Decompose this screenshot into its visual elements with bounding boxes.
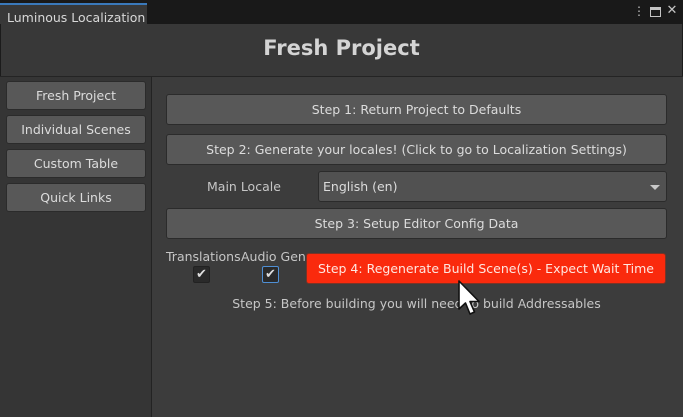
step5-text: Step 5: Before building you will need to…	[232, 296, 601, 311]
checkmark-icon: ✔	[265, 267, 276, 282]
main-panel	[152, 76, 683, 417]
close-icon[interactable]: ✕	[666, 4, 678, 18]
kebab-menu-icon[interactable]: ⋮	[633, 4, 645, 18]
main-locale-label: Main Locale	[207, 179, 281, 194]
sidebar-item-custom-table[interactable]: Custom Table	[6, 149, 146, 178]
step3-button[interactable]: Step 3: Setup Editor Config Data	[166, 208, 667, 239]
main-locale-value: English (en)	[323, 179, 398, 194]
translations-checkbox[interactable]: ✔	[193, 266, 210, 283]
translations-label: Translations	[166, 249, 241, 264]
checkmark-icon: ✔	[196, 267, 207, 282]
chevron-down-icon	[650, 185, 660, 190]
sidebar-item-quick-links[interactable]: Quick Links	[6, 183, 146, 212]
sidebar-item-fresh-project[interactable]: Fresh Project	[6, 81, 146, 110]
step2-button[interactable]: Step 2: Generate your locales! (Click to…	[166, 134, 667, 165]
audio-gen-label: Audio Gen	[241, 249, 306, 264]
step1-button[interactable]: Step 1: Return Project to Defaults	[166, 94, 667, 125]
window-tab-label: Luminous Localization	[7, 10, 146, 25]
mouse-pointer-icon	[458, 280, 480, 315]
window-tab[interactable]: Luminous Localization	[0, 3, 147, 25]
step4-button[interactable]: Step 4: Regenerate Build Scene(s) - Expe…	[306, 253, 666, 284]
sidebar-item-individual-scenes[interactable]: Individual Scenes	[6, 115, 146, 144]
page-title: Fresh Project	[263, 36, 420, 60]
maximize-icon[interactable]	[650, 7, 661, 17]
main-locale-dropdown[interactable]: English (en)	[318, 171, 667, 202]
audio-gen-checkbox[interactable]: ✔	[262, 266, 279, 283]
